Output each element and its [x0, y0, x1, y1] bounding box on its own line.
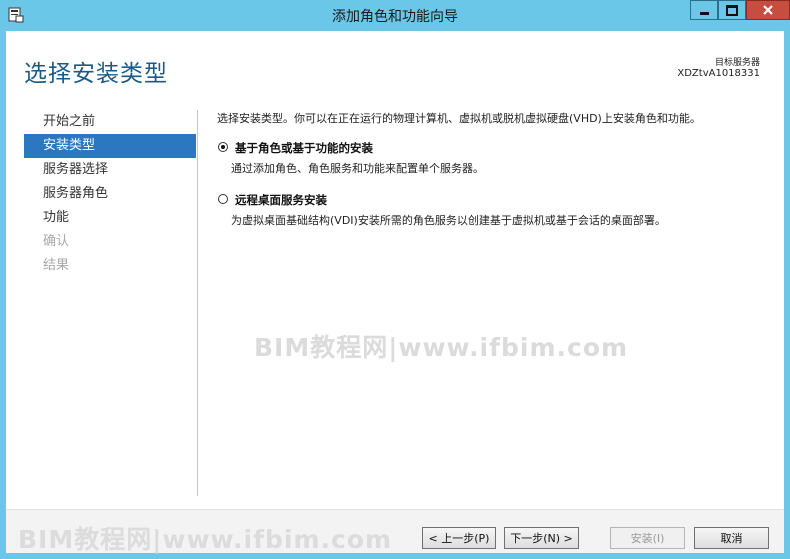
cancel-button[interactable]: 取消 [694, 527, 769, 549]
minimize-button[interactable] [690, 0, 718, 20]
close-button[interactable] [746, 0, 790, 20]
nav-item-results: 结果 [43, 258, 70, 273]
window-title: 添加角色和功能向导 [332, 9, 458, 25]
nav-item-before-you-begin[interactable]: 开始之前 [24, 110, 196, 134]
role-based-radio[interactable] [218, 142, 228, 152]
option-role-based[interactable]: 基于角色或基于功能的安装 通过添加角色、角色服务和功能来配置单个服务器。 [217, 140, 777, 176]
page-title: 选择安装类型 [24, 61, 168, 87]
watermark: BIM教程网|www.ifbim.com [254, 333, 629, 362]
option-title[interactable]: 基于角色或基于功能的安装 [235, 140, 777, 156]
option-title[interactable]: 远程桌面服务安装 [235, 192, 777, 208]
destination-server-label: 目标服务器 [714, 58, 760, 68]
nav-item-server-roles[interactable]: 服务器角色 [24, 182, 196, 206]
nav-item-features[interactable]: 功能 [24, 206, 196, 230]
wizard-footer: < 上一步(P) 下一步(N) > 安装(I) 取消 [6, 510, 784, 553]
nav-item-installation-type[interactable]: 安装类型 [24, 134, 196, 158]
next-button[interactable]: 下一步(N) > [504, 527, 579, 549]
close-icon [763, 5, 773, 15]
nav-item-server-selection[interactable]: 服务器选择 [24, 158, 196, 182]
option-description: 为虚拟桌面基础结构(VDI)安装所需的角色服务以创建基于虚拟机或基于会话的桌面部… [231, 214, 666, 227]
title-bar: 添加角色和功能向导 [0, 0, 790, 31]
nav-item-confirmation: 确认 [43, 234, 70, 249]
maximize-icon [726, 4, 738, 16]
main-panel: 选择安装类型。你可以在正在运行的物理计算机、虚拟机或脱机虚拟硬盘(VHD)上安装… [217, 110, 777, 228]
wizard-content: 选择安装类型 目标服务器 XDZtvA1018331 开始之前 安装类型 服务器… [6, 31, 784, 553]
nav-divider [197, 110, 198, 496]
minimize-icon [699, 11, 709, 15]
option-description: 通过添加角色、角色服务和功能来配置单个服务器。 [231, 162, 484, 175]
page-description: 选择安装类型。你可以在正在运行的物理计算机、虚拟机或脱机虚拟硬盘(VHD)上安装… [217, 112, 701, 125]
wizard-nav: 开始之前 安装类型 服务器选择 服务器角色 功能 确认 结果 [24, 110, 196, 278]
remote-desktop-radio[interactable] [218, 194, 228, 204]
destination-server-value: XDZtvA1018331 [677, 68, 760, 79]
install-button: 安装(I) [610, 527, 685, 549]
maximize-button[interactable] [718, 0, 746, 20]
option-remote-desktop[interactable]: 远程桌面服务安装 为虚拟桌面基础结构(VDI)安装所需的角色服务以创建基于虚拟机… [217, 192, 777, 228]
previous-button[interactable]: < 上一步(P) [422, 527, 496, 549]
